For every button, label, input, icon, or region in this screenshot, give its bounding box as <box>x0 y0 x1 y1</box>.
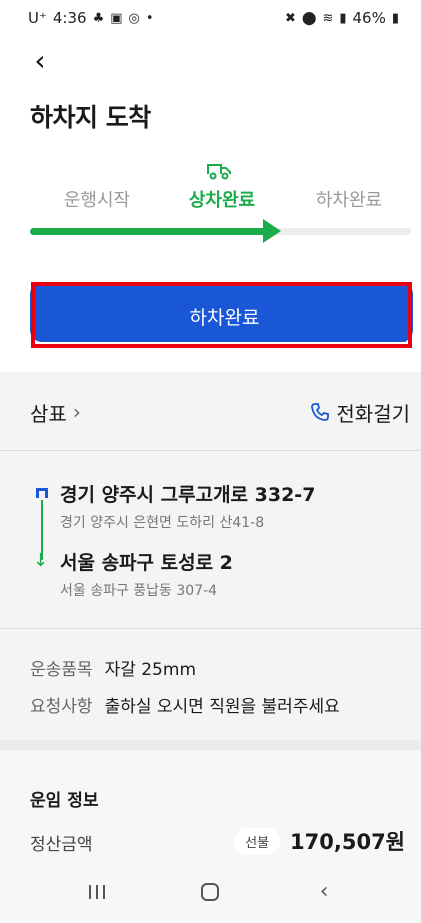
notification-icon: ♣ <box>92 10 105 26</box>
fare-section: 운임 정보 정산금액 선불 170,507원 <box>0 750 421 860</box>
back-arrow-icon[interactable]: ‹ <box>24 44 56 77</box>
instagram-icon: ◎ <box>128 10 140 26</box>
status-right: ✖ ⬤ ≋ ▮ 46% ▮ <box>285 9 399 27</box>
status-left: U⁺ 4:36 ♣ ▣ ◎ • <box>28 9 154 27</box>
step-start: 운행시작 <box>63 190 131 211</box>
step-unloaded: 하차완료 <box>315 190 383 211</box>
step-loaded: 상차완료 <box>188 190 256 211</box>
company-name: 삼표 <box>30 401 67 426</box>
section-separator <box>0 740 421 750</box>
company-row: 삼표 › 전화걸기 <box>30 396 410 428</box>
truck-icon <box>207 164 231 180</box>
fare-amount-label: 정산금액 <box>30 835 93 855</box>
call-label: 전화걸기 <box>336 401 410 426</box>
company-link[interactable]: 삼표 › <box>30 398 81 427</box>
progress-steps: 운행시작 상차완료 하차완료 <box>0 150 421 230</box>
fare-amount-group: 선불 170,507원 <box>234 826 405 856</box>
dot-icon: • <box>145 10 154 26</box>
progress-arrow-icon <box>263 219 281 243</box>
origin-detail: 경기 양주시 은현면 도하리 산41-8 <box>60 515 265 531</box>
home-icon[interactable] <box>190 872 230 912</box>
phone-icon <box>311 403 330 421</box>
route-block: ↓ 경기 양주시 그루고개로 332-7 경기 양주시 은현면 도하리 산41-… <box>30 480 410 610</box>
divider <box>0 628 421 629</box>
wifi-icon: ≋ <box>322 10 334 26</box>
progress-fill <box>30 228 263 235</box>
status-time: 4:36 <box>52 9 87 27</box>
unload-complete-button[interactable]: 하차완료 <box>41 290 408 342</box>
recents-icon[interactable] <box>77 872 117 912</box>
fare-title: 운임 정보 <box>30 791 99 811</box>
status-bar: U⁺ 4:36 ♣ ▣ ◎ • ✖ ⬤ ≋ ▮ 46% ▮ <box>0 0 421 36</box>
back-icon[interactable]: ‹ <box>304 872 344 912</box>
fare-amount: 170,507원 <box>290 830 405 854</box>
cargo-label: 운송품목 <box>30 660 93 680</box>
origin-pin-icon <box>36 488 48 498</box>
carrier-label: U⁺ <box>28 9 47 27</box>
signal-icon: ▮ <box>339 10 347 26</box>
destination-detail: 서울 송파구 풍납동 307-4 <box>60 583 218 599</box>
chevron-right-icon: › <box>72 400 81 424</box>
gallery-icon: ▣ <box>110 10 123 26</box>
request-row: 요청사항 출하실 오시면 직원을 불러주세요 <box>30 692 340 717</box>
request-label: 요청사항 <box>30 697 93 717</box>
destination-arrow-icon: ↓ <box>33 550 49 571</box>
battery-level: 46% <box>352 9 386 27</box>
divider <box>0 450 421 451</box>
destination-address: 서울 송파구 토성로 2 <box>60 552 233 574</box>
location-icon: ⬤ <box>301 10 317 26</box>
payment-type-badge: 선불 <box>234 827 281 855</box>
system-nav-bar: ‹ <box>0 860 421 923</box>
mute-icon: ✖ <box>284 10 296 26</box>
call-button[interactable]: 전화걸기 <box>310 398 410 427</box>
origin-address: 경기 양주시 그루고개로 332-7 <box>60 484 316 506</box>
cargo-row: 운송품목 자갈 25mm <box>30 655 196 680</box>
request-value: 출하실 오시면 직원을 불러주세요 <box>104 697 340 717</box>
page-title: 하차지 도착 <box>30 103 151 132</box>
battery-icon: ▮ <box>391 10 399 26</box>
cargo-value: 자갈 25mm <box>104 660 196 680</box>
